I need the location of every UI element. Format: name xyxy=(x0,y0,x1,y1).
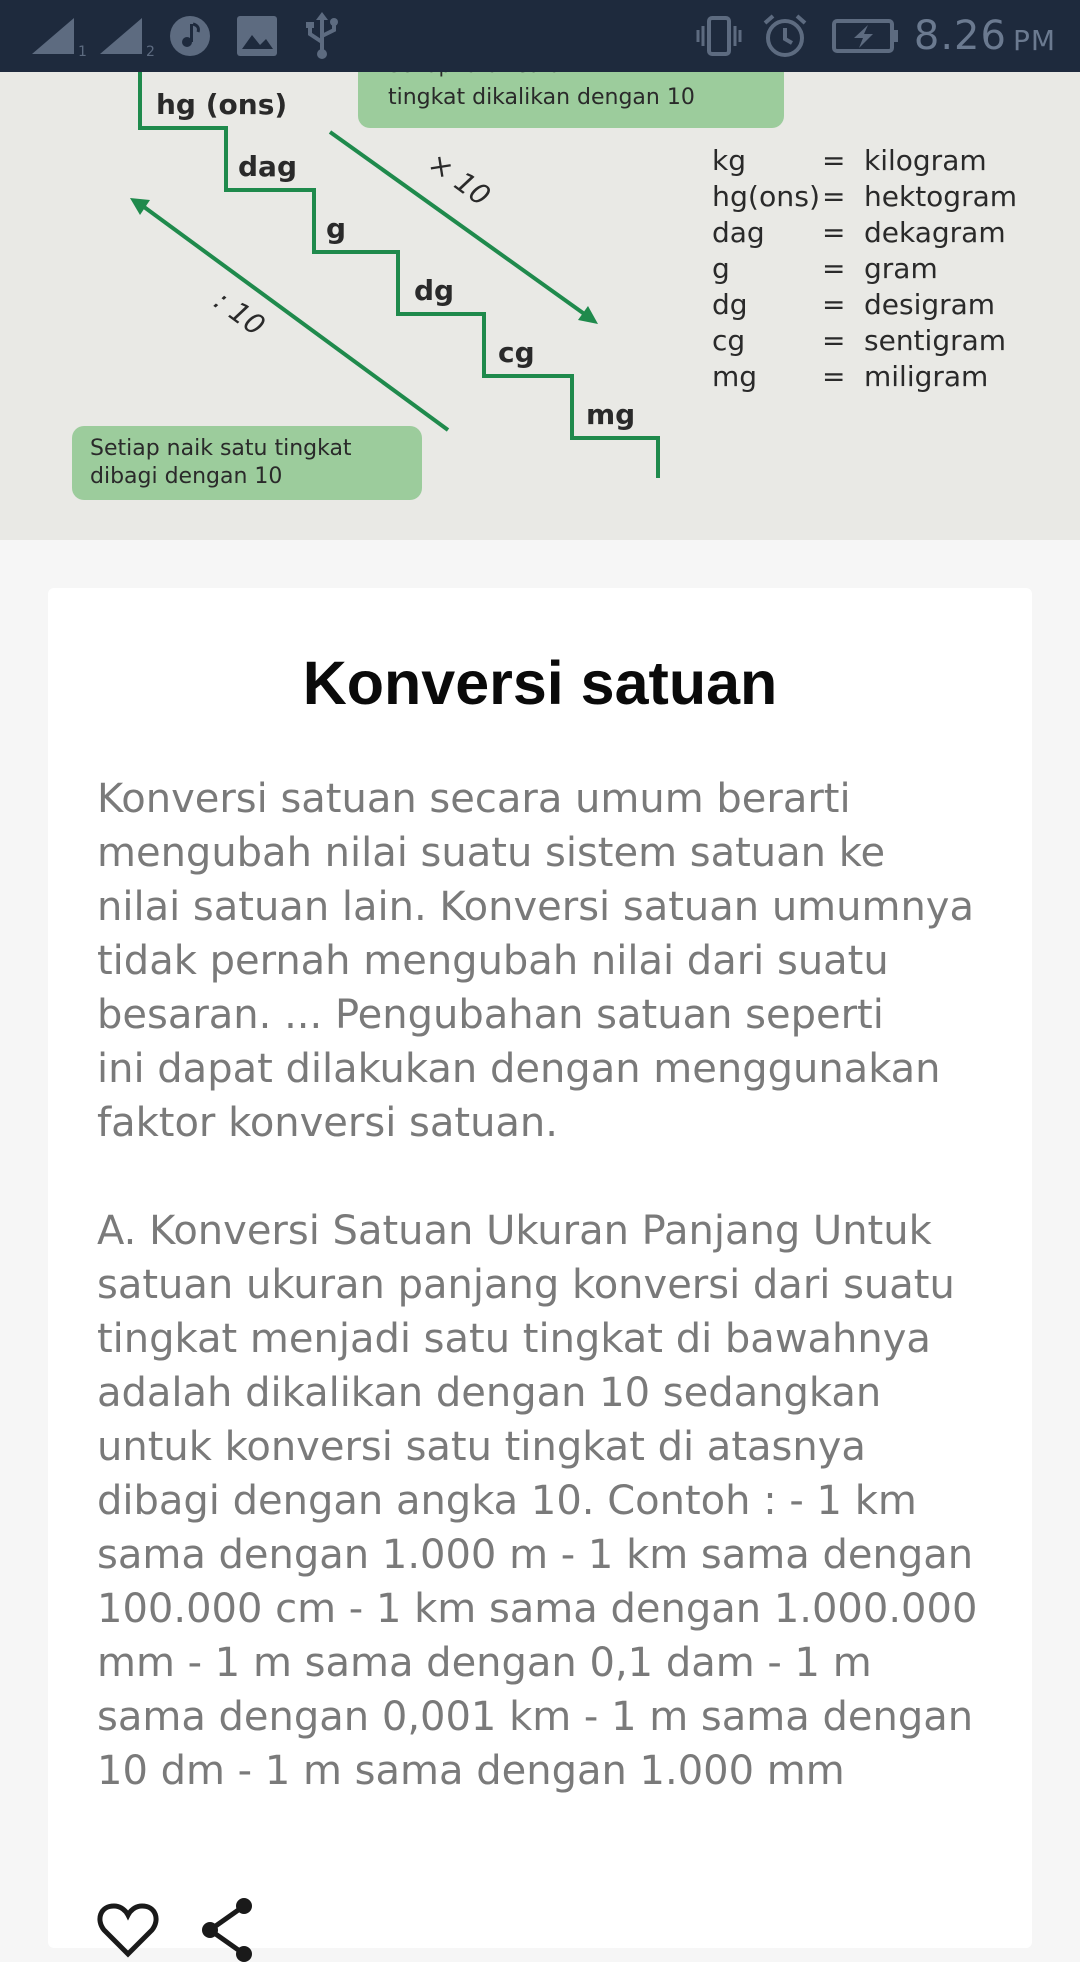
up-arrowhead xyxy=(130,198,150,215)
image-icon xyxy=(236,0,278,72)
legend-eq: = xyxy=(822,252,845,285)
unit-legend: kg = kilogram hg(ons) = hektogram dag = … xyxy=(712,144,1017,393)
legend-abbr: cg xyxy=(712,324,745,357)
usb-icon xyxy=(304,0,340,72)
signal-sim2-icon: 2 xyxy=(96,0,158,72)
step-label-hg: hg (ons) xyxy=(156,88,287,121)
multiply-label: × 10 xyxy=(422,146,496,213)
legend-eq: = xyxy=(822,216,845,249)
legend-eq: = xyxy=(822,360,845,393)
legend-name: miligram xyxy=(864,360,988,393)
vibrate-icon xyxy=(696,0,742,72)
legend-abbr: hg(ons) xyxy=(712,180,820,213)
callout-top-line1: Setiap turun satu xyxy=(388,72,561,77)
music-icon xyxy=(168,0,212,72)
legend-name: sentigram xyxy=(864,324,1006,357)
down-arrowhead xyxy=(578,306,598,324)
legend-abbr: g xyxy=(712,252,730,285)
sim2-label: 2 xyxy=(146,44,155,58)
step-label-mg: mg xyxy=(586,398,635,431)
callout-top-line2: tingkat dikalikan dengan 10 xyxy=(388,85,695,110)
heart-icon xyxy=(97,1903,159,1958)
legend-abbr: dg xyxy=(712,288,748,321)
clock-time: 8.26 xyxy=(913,13,1007,59)
legend-eq: = xyxy=(822,180,845,213)
share-icon xyxy=(202,1898,252,1962)
article-title: Konversi satuan xyxy=(302,649,778,717)
like-button[interactable] xyxy=(96,1898,160,1962)
article-header-image: Setiap turun satu tingkat dikalikan deng… xyxy=(0,72,1080,540)
legend-abbr: dag xyxy=(712,216,765,249)
clock-ampm: PM xyxy=(1012,23,1056,57)
article-actions xyxy=(96,1898,260,1962)
sim1-label: 1 xyxy=(78,44,87,58)
article-paragraph: Konversi satuan secara umum berarti meng… xyxy=(97,776,974,1146)
legend-name: gram xyxy=(864,252,938,285)
mass-conversion-diagram: Setiap turun satu tingkat dikalikan deng… xyxy=(72,72,1017,500)
up-arrow xyxy=(138,202,450,432)
step-label-g: g xyxy=(326,212,346,245)
status-bar: 1 2 8.26 PM xyxy=(0,0,1080,72)
signal-sim1-icon: 1 xyxy=(28,0,90,72)
staircase-line xyxy=(138,72,660,478)
legend-abbr: kg xyxy=(712,144,746,177)
battery-charging-icon xyxy=(832,0,900,72)
legend-name: dekagram xyxy=(864,216,1006,249)
legend-name: desigram xyxy=(864,288,995,321)
legend-abbr: mg xyxy=(712,360,757,393)
legend-name: kilogram xyxy=(864,144,987,177)
share-button[interactable] xyxy=(196,1898,260,1962)
callout-bottom-line1: Setiap naik satu tingkat xyxy=(90,436,352,461)
article-card: Konversi satuan Konversi satuan secara u… xyxy=(48,588,1032,1962)
step-label-dg: dg xyxy=(414,274,454,307)
legend-eq: = xyxy=(822,288,845,321)
alarm-icon xyxy=(762,0,808,72)
step-label-dag: dag xyxy=(238,150,297,183)
step-label-cg: cg xyxy=(498,336,535,369)
article-paragraph: A. Konversi Satuan Ukuran Panjang Untuk … xyxy=(97,1208,978,1794)
article-body: Konversi satuan secara umum berarti meng… xyxy=(97,772,997,1798)
clock: 8.26 PM xyxy=(914,0,1056,72)
legend-name: hektogram xyxy=(864,180,1017,213)
legend-eq: = xyxy=(822,324,845,357)
callout-bottom-line2: dibagi dengan 10 xyxy=(90,464,282,489)
legend-eq: = xyxy=(822,144,845,177)
